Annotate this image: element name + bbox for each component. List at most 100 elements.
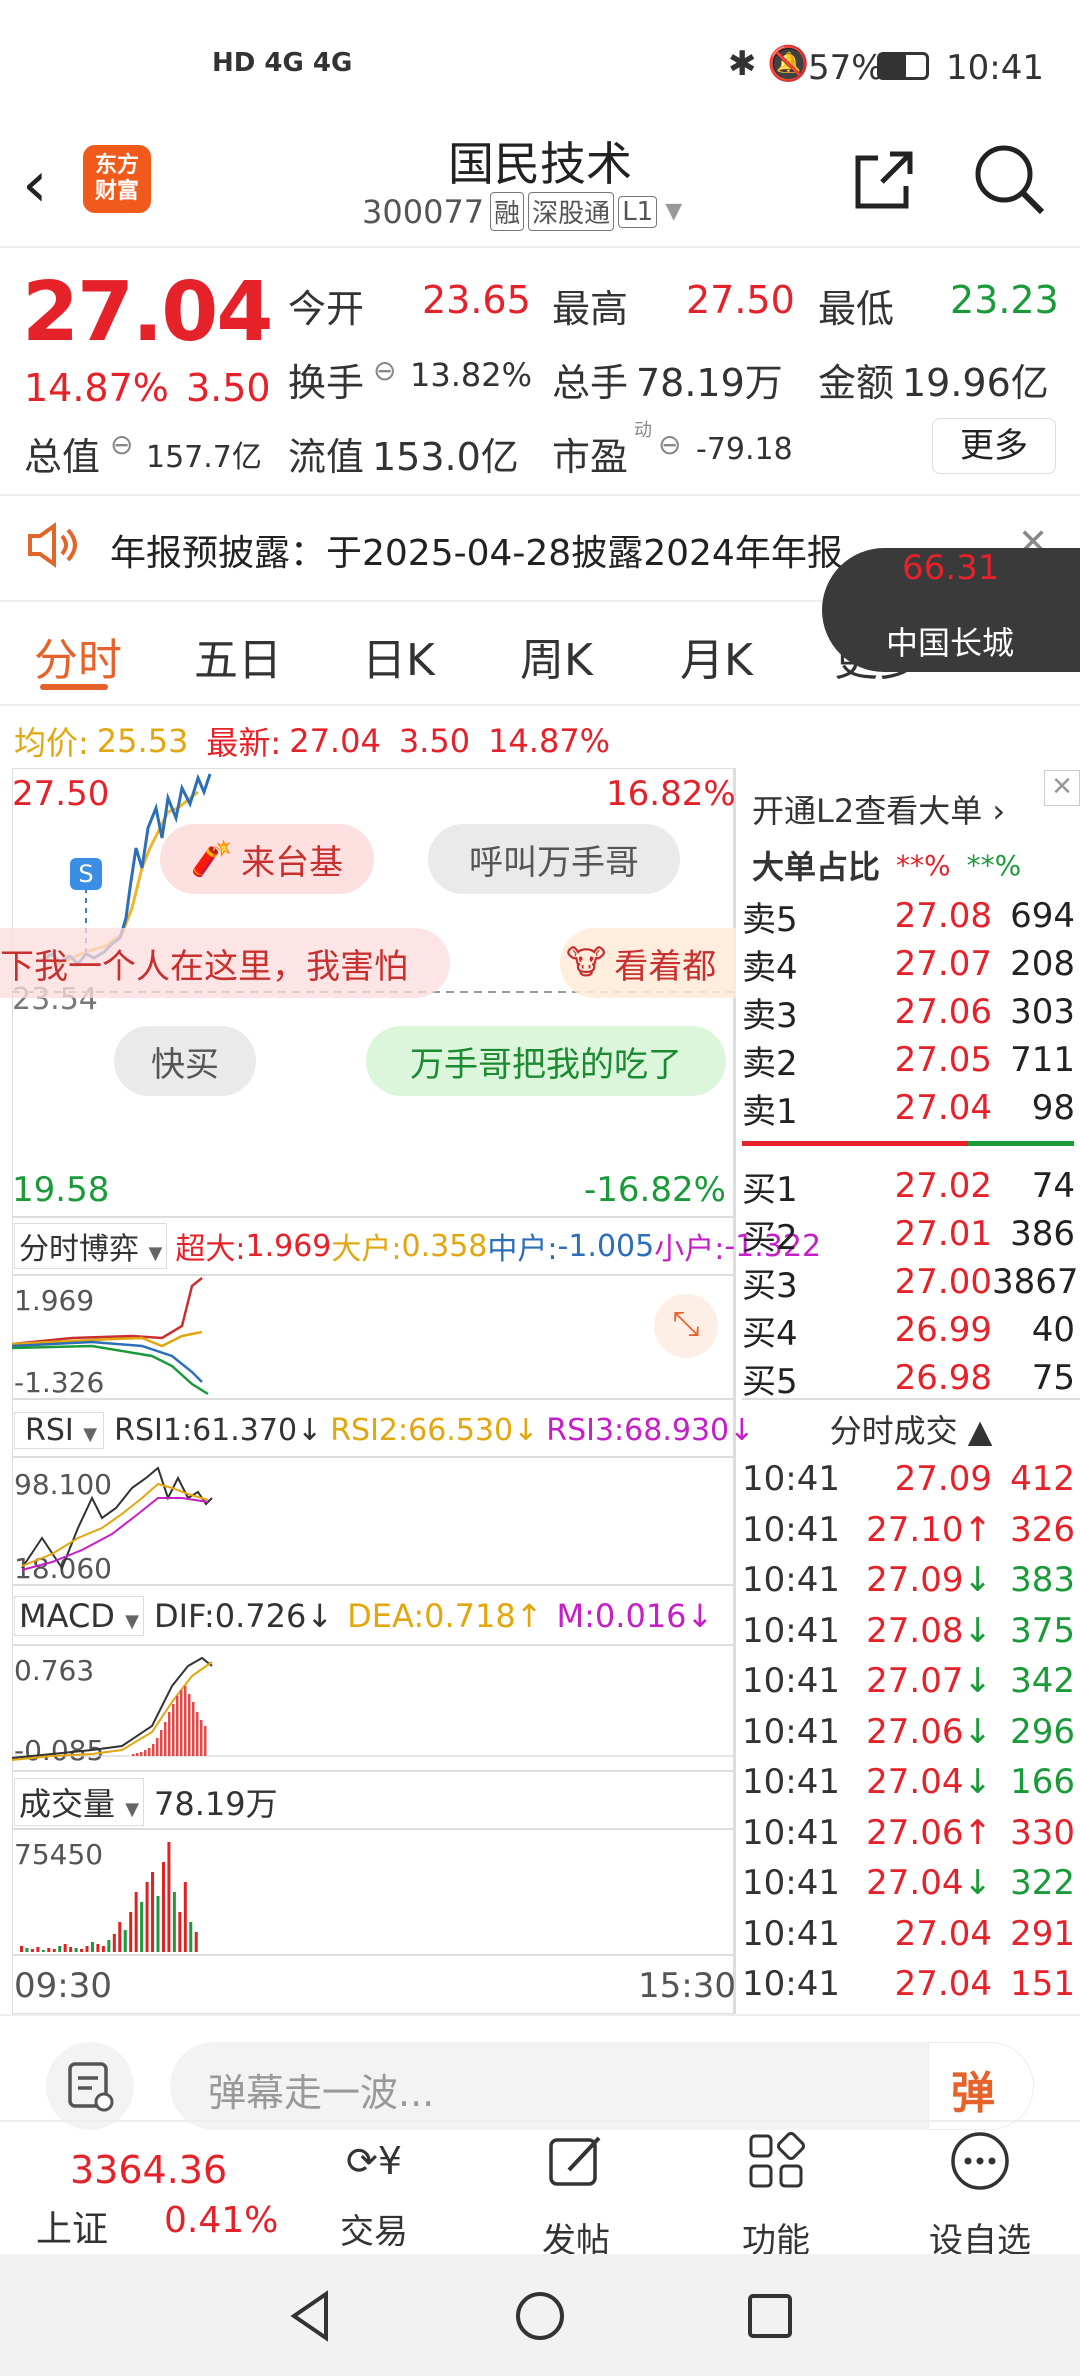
danmaku-bubble[interactable]: 下我一个人在这里，我害怕 xyxy=(0,928,450,998)
bid-row[interactable]: 买5 26.98 75 xyxy=(742,1354,1075,1402)
trade-time: 10:41 xyxy=(742,1661,840,1701)
big-order-buy: **% xyxy=(896,848,951,882)
ask-row[interactable]: 卖3 27.06 303 xyxy=(742,988,1075,1036)
popup-value: 66.31 xyxy=(902,548,1000,588)
close-icon[interactable]: ✕ xyxy=(1044,770,1080,806)
macd-bar xyxy=(180,1690,183,1756)
amount-label: 金额 xyxy=(818,361,895,405)
level-volume: 74 xyxy=(1031,1166,1075,1206)
volume-bar xyxy=(156,1896,160,1952)
info-icon[interactable]: ⊖ xyxy=(373,354,396,387)
bluetooth-mute-icon: ✱ 🔕 xyxy=(728,44,810,84)
trade-row: 10:41 27.07↓ 342 xyxy=(742,1656,1075,1706)
tab-monthly-k[interactable]: 月K xyxy=(680,624,753,688)
trade-time: 10:41 xyxy=(742,1459,840,1499)
rsi-chart[interactable] xyxy=(12,1458,734,1582)
large-label: 大户: xyxy=(331,1232,402,1267)
avg-label: 均价: xyxy=(14,724,89,762)
clock: 10:41 xyxy=(946,48,1044,88)
search-icon[interactable] xyxy=(972,142,1048,218)
volume-bar xyxy=(63,1944,67,1952)
chevron-down-icon[interactable]: ▼ xyxy=(665,199,682,224)
home-nav-icon[interactable] xyxy=(512,2288,568,2344)
last-label: 最新: xyxy=(206,724,282,762)
high-value: 27.50 xyxy=(686,278,795,322)
macd-selector[interactable]: MACD ▼ xyxy=(14,1596,144,1636)
tab-five-day[interactable]: 五日 xyxy=(194,624,282,688)
l2-promo-link[interactable]: 开通L2查看大单 › xyxy=(752,786,1005,832)
back-nav-icon[interactable] xyxy=(282,2288,338,2344)
ask-row[interactable]: 卖2 27.05 711 xyxy=(742,1036,1075,1084)
danmaku-send-button[interactable]: 弹 xyxy=(928,2042,1034,2130)
trade-volume: 326 xyxy=(1010,1509,1075,1550)
more-button[interactable]: 更多 xyxy=(932,418,1056,474)
volume-label: 成交量 xyxy=(19,1785,116,1823)
rsi-header: RSI ▼ RSI1:61.370↓ RSI2:66.530↓ RSI3:68.… xyxy=(14,1408,754,1452)
volume-bar xyxy=(172,1892,176,1952)
ask-row[interactable]: 卖4 27.07 208 xyxy=(742,940,1075,988)
bid-row[interactable]: 买3 27.00 3867 xyxy=(742,1258,1079,1306)
info-icon[interactable]: ⊖ xyxy=(658,428,681,461)
fund-flow-chart[interactable] xyxy=(12,1276,734,1396)
nav-add-watchlist[interactable]: 设自选 xyxy=(900,2130,1060,2262)
level-label: 买4 xyxy=(742,1313,798,1354)
rsi-selector[interactable]: RSI ▼ xyxy=(14,1411,105,1449)
expand-icon[interactable]: ⤡ xyxy=(654,1294,718,1358)
danmaku-input[interactable]: 弹幕走一波... 弹 xyxy=(170,2042,1034,2130)
index-value[interactable]: 3364.36 xyxy=(70,2148,227,2192)
ask-row[interactable]: 卖1 27.04 98 xyxy=(742,1084,1075,1132)
macd-dea: DEA:0.718↑ xyxy=(347,1597,543,1635)
status-bar: HD 4G 4G ✱ 🔕 57% 10:41 xyxy=(0,0,1080,130)
mascot-icon: 🐮 xyxy=(566,943,607,983)
level-label: 买3 xyxy=(742,1265,798,1306)
trade-time: 10:41 xyxy=(742,1560,840,1600)
index-pct[interactable]: 0.41% xyxy=(164,2200,278,2241)
tab-intraday[interactable]: 分时 xyxy=(34,624,122,688)
battery-percent: 57% xyxy=(808,48,884,88)
medium-value: -1.005 xyxy=(557,1228,655,1264)
bid-row[interactable]: 买1 27.02 74 xyxy=(742,1162,1075,1210)
level-label: 买5 xyxy=(742,1361,798,1402)
trade-time: 10:41 xyxy=(742,1913,840,1954)
volume-bar xyxy=(85,1946,89,1952)
level-volume: 3867 xyxy=(992,1262,1079,1302)
fund-flow-selector[interactable]: 分时博弈 ▼ xyxy=(14,1223,168,1269)
chevron-down-icon: ▼ xyxy=(83,1423,98,1445)
nav-trade[interactable]: ⟳¥ 交易 xyxy=(294,2130,454,2253)
recents-nav-icon[interactable] xyxy=(742,2288,798,2344)
volume-selector[interactable]: 成交量 ▼ xyxy=(14,1778,145,1826)
rsi1-value: RSI1:61.370↓ xyxy=(114,1412,323,1448)
notice-text[interactable]: 年报预披露：于2025-04-28披露2024年年报 xyxy=(110,524,843,576)
macd-chart[interactable] xyxy=(12,1646,734,1768)
nav-functions[interactable]: 功能 xyxy=(696,2130,856,2262)
share-icon[interactable] xyxy=(852,148,916,212)
danmaku-bubble[interactable]: 呼叫万手哥 xyxy=(428,824,680,894)
danmaku-bubble[interactable]: 快买 xyxy=(114,1026,256,1096)
index-name[interactable]: 上证 xyxy=(36,2200,108,2252)
volume-chart[interactable] xyxy=(12,1830,734,1954)
sell-signal-marker[interactable]: S xyxy=(70,858,102,890)
macd-bar xyxy=(140,1752,143,1756)
trades-title[interactable]: 分时成交 ▲ xyxy=(742,1406,1080,1452)
danmaku-bubble[interactable]: 万手哥把我的吃了 xyxy=(366,1026,726,1096)
trade-price: 27.09↓ xyxy=(866,1560,992,1600)
trade-time: 10:41 xyxy=(742,1964,840,2004)
bid-row[interactable]: 买2 27.01 386 xyxy=(742,1210,1075,1258)
tab-weekly-k[interactable]: 周K xyxy=(520,624,593,688)
system-nav-bar xyxy=(0,2254,1080,2376)
nav-post[interactable]: 发帖 xyxy=(496,2130,656,2262)
level-price: 27.00 xyxy=(894,1262,992,1302)
level-volume: 303 xyxy=(1010,992,1075,1032)
super-large-label: 超大: xyxy=(175,1232,246,1267)
level-label: 卖2 xyxy=(742,1043,798,1084)
tab-daily-k[interactable]: 日K xyxy=(362,624,435,688)
bid-row[interactable]: 买4 26.99 40 xyxy=(742,1306,1075,1354)
watchlist-popup[interactable]: 66.31 中国长城 xyxy=(822,548,1080,672)
market-cap-label: 总值 xyxy=(24,435,101,479)
danmaku-bubble[interactable]: 🧨 来台基 xyxy=(160,824,374,894)
ask-row[interactable]: 卖5 27.08 694 xyxy=(742,892,1075,940)
danmaku-bubble[interactable]: 🐮 看着都 xyxy=(560,928,736,998)
danmaku-settings-button[interactable] xyxy=(46,2042,134,2130)
pe-value: -79.18 xyxy=(696,432,793,467)
info-icon[interactable]: ⊖ xyxy=(110,428,133,461)
